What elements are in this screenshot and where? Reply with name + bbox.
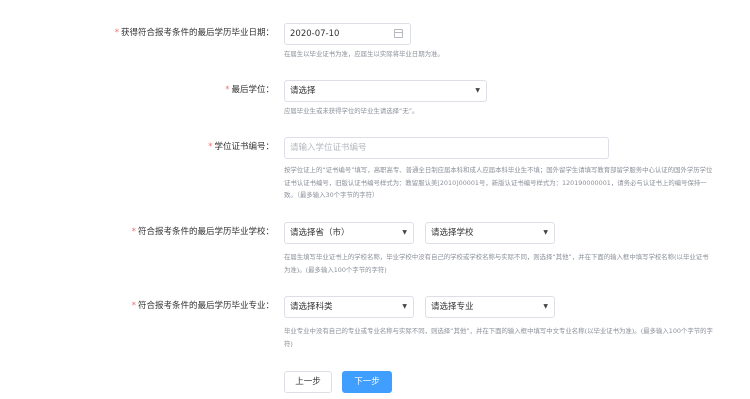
degree-cert-row: * 学位证书编号： 请输入学位证书编号 xyxy=(0,137,750,159)
degree-label: * 最后学位： xyxy=(225,80,274,100)
required-star: * xyxy=(131,227,136,237)
chevron-down-icon: ▼ xyxy=(543,303,548,310)
graduation-date-label: * 获得符合报考条件的最后学历毕业日期： xyxy=(115,23,274,43)
degree-select[interactable]: 请选择 ▼ xyxy=(284,80,487,102)
chevron-down-icon: ▼ xyxy=(475,87,480,94)
label-text: 获得符合报考条件的最后学历毕业日期： xyxy=(120,28,274,38)
calendar-icon[interactable] xyxy=(394,29,403,38)
label-text: 最后学位： xyxy=(231,85,274,95)
major-select-value: 请选择专业 xyxy=(431,302,474,312)
prev-step-button[interactable]: 上一步 xyxy=(284,371,332,393)
chevron-down-icon: ▼ xyxy=(402,229,407,236)
school-select-value: 请选择学校 xyxy=(431,228,474,238)
required-star: * xyxy=(208,142,213,152)
label-text: 学位证书编号： xyxy=(214,142,274,152)
category-select-value: 请选择科类 xyxy=(290,302,333,312)
category-select[interactable]: 请选择科类 ▼ xyxy=(284,296,414,318)
graduation-date-input[interactable]: 2020-07-10 xyxy=(284,23,411,45)
province-select-value: 请选择省（市） xyxy=(290,228,350,238)
school-label: * 符合报考条件的最后学历毕业学校： xyxy=(132,222,274,242)
label-text: 符合报考条件的最后学历毕业专业： xyxy=(137,301,274,311)
next-step-button[interactable]: 下一步 xyxy=(342,371,392,393)
graduation-date-row: * 获得符合报考条件的最后学历毕业日期： 2020-07-10 xyxy=(0,23,750,45)
degree-cert-input[interactable]: 请输入学位证书编号 xyxy=(284,137,609,159)
chevron-down-icon: ▼ xyxy=(402,303,407,310)
degree-cert-label: * 学位证书编号： xyxy=(208,137,274,157)
chevron-down-icon: ▼ xyxy=(543,229,548,236)
required-star: * xyxy=(225,85,230,95)
province-select[interactable]: 请选择省（市） ▼ xyxy=(284,222,414,244)
label-text: 符合报考条件的最后学历毕业学校： xyxy=(137,227,274,237)
major-hint: 毕业专业中没有自己的专业或专业名称与实际不同，则选择“其他”，并在下面的输入框中… xyxy=(284,327,713,348)
degree-cert-hint: 按学位证上的“证书编号”填写，高职高专、普通全日制应届本科和成人应届本科毕业生不… xyxy=(284,166,713,199)
degree-select-value: 请选择 xyxy=(290,86,316,96)
major-label: * 符合报考条件的最后学历毕业专业： xyxy=(132,296,274,316)
degree-hint: 应届毕业生或未获得学位的毕业生请选择“无”。 xyxy=(284,107,419,115)
school-hint: 在届生填写毕业证书上的学校名称，毕业学校中没有自己的学校或学校名称与实际不同，则… xyxy=(284,253,709,274)
degree-cert-placeholder: 请输入学位证书编号 xyxy=(290,143,367,153)
required-star: * xyxy=(131,301,136,311)
major-select[interactable]: 请选择专业 ▼ xyxy=(425,296,555,318)
graduation-date-value: 2020-07-10 xyxy=(290,29,340,39)
school-select[interactable]: 请选择学校 ▼ xyxy=(425,222,555,244)
graduation-date-hint: 在届生以毕业证书为准，应届生以实际将毕业日期为准。 xyxy=(284,50,444,58)
required-star: * xyxy=(114,28,119,38)
